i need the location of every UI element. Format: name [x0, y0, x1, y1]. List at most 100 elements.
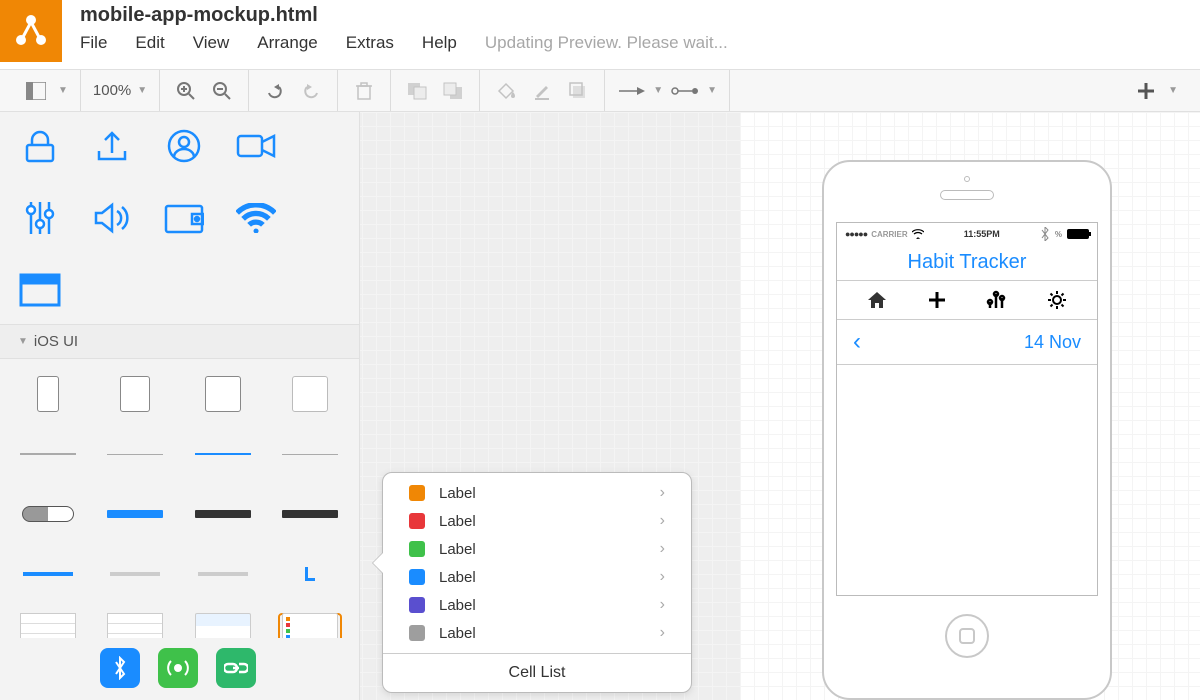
app-logo[interactable] — [0, 0, 62, 62]
shape-bar2[interactable] — [103, 553, 167, 595]
chevron-right-icon: › — [660, 596, 665, 614]
line-color-icon[interactable] — [528, 77, 556, 105]
chevron-left-icon[interactable]: ‹ — [853, 328, 861, 356]
shape-table[interactable] — [16, 613, 80, 638]
bottom-icon-row — [0, 638, 359, 700]
video-icon[interactable] — [232, 122, 280, 170]
to-back-icon[interactable] — [439, 77, 467, 105]
bt-percent: % — [1055, 230, 1062, 239]
tab-bar — [837, 281, 1097, 320]
plus-icon[interactable] — [926, 289, 948, 311]
caret-icon[interactable]: ▼ — [58, 85, 68, 96]
preview-caption: Cell List — [383, 653, 691, 692]
shape-bar3[interactable] — [191, 553, 255, 595]
phone-screen: ●●●●● CARRIER 11:55PM % Habit Tracker — [836, 222, 1098, 596]
caret-icon[interactable]: ▼ — [1168, 85, 1178, 96]
redo-icon[interactable] — [297, 77, 325, 105]
insert-icon[interactable] — [1132, 77, 1160, 105]
document-title[interactable]: mobile-app-mockup.html — [80, 4, 1182, 27]
chevron-right-icon: › — [660, 512, 665, 530]
bluetooth-icon — [1040, 227, 1050, 241]
zoom-out-icon[interactable] — [208, 77, 236, 105]
preview-row: Label› — [383, 535, 691, 563]
shape-ipad-large[interactable] — [191, 373, 255, 415]
shadow-icon[interactable] — [564, 77, 592, 105]
shape-bar1[interactable] — [16, 553, 80, 595]
date-nav: ‹ 14 Nov — [837, 320, 1097, 365]
zoom-in-icon[interactable] — [172, 77, 200, 105]
window-icon[interactable] — [16, 266, 64, 314]
shape-table2[interactable] — [103, 613, 167, 638]
menu-extras[interactable]: Extras — [346, 33, 394, 53]
chevron-right-icon: › — [660, 540, 665, 558]
chevron-right-icon: › — [660, 484, 665, 502]
chevron-down-icon: ▼ — [18, 336, 28, 347]
home-button[interactable] — [945, 614, 989, 658]
fill-color-icon[interactable] — [492, 77, 520, 105]
shape-cell-list[interactable] — [278, 613, 342, 638]
bluetooth-icon[interactable] — [100, 648, 140, 688]
menu-help[interactable]: Help — [422, 33, 457, 53]
shape-preview-popup: Label› Label› Label› Label› Label› Label… — [382, 472, 692, 693]
signal-icon: ●●●●● — [845, 229, 867, 239]
wifi-icon[interactable] — [232, 194, 280, 242]
canvas[interactable]: Label› Label› Label› Label› Label› Label… — [360, 112, 1200, 700]
caret-icon[interactable]: ▼ — [707, 85, 717, 96]
carrier-label: CARRIER — [871, 230, 907, 239]
shape-form[interactable] — [191, 613, 255, 638]
preview-row: Label› — [383, 507, 691, 535]
preview-row: Label› — [383, 563, 691, 591]
menu-view[interactable]: View — [193, 33, 230, 53]
link-icon[interactable] — [216, 648, 256, 688]
preview-row: Label› — [383, 479, 691, 507]
broadcast-icon[interactable] — [158, 648, 198, 688]
shape-segmented-dark[interactable] — [191, 493, 255, 535]
shape-ipad-pro[interactable] — [278, 373, 342, 415]
app-title: Habit Tracker — [837, 245, 1097, 281]
status-message: Updating Preview. Please wait... — [485, 33, 728, 53]
home-icon[interactable] — [866, 289, 888, 311]
sliders-icon[interactable] — [16, 194, 64, 242]
wallet-icon[interactable] — [160, 194, 208, 242]
gear-icon[interactable] — [1046, 289, 1068, 311]
shape-ipad[interactable] — [103, 373, 167, 415]
phone-mockup[interactable]: ●●●●● CARRIER 11:55PM % Habit Tracker — [822, 160, 1112, 700]
lock-icon[interactable] — [16, 122, 64, 170]
shape-divider-right[interactable] — [278, 433, 342, 475]
menu-edit[interactable]: Edit — [135, 33, 164, 53]
preview-row: Label› — [383, 591, 691, 619]
section-label: iOS UI — [34, 333, 78, 350]
zoom-level[interactable]: 100%▼ — [93, 82, 147, 99]
delete-icon[interactable] — [350, 77, 378, 105]
shape-divider-thin[interactable] — [103, 433, 167, 475]
shape-iphone[interactable] — [16, 373, 80, 415]
preview-row: Label› — [383, 619, 691, 647]
caret-icon[interactable]: ▼ — [653, 85, 663, 96]
shape-divider-blue[interactable] — [191, 433, 255, 475]
upload-icon[interactable] — [88, 122, 136, 170]
speaker-icon[interactable] — [88, 194, 136, 242]
toolbar: ▼ 100%▼ ▼ ▼ ▼ — [0, 70, 1200, 112]
menu-arrange[interactable]: Arrange — [257, 33, 317, 53]
shape-segmented-dark2[interactable] — [278, 493, 342, 535]
view-mode-icon[interactable] — [22, 77, 50, 105]
battery-icon — [1067, 229, 1089, 239]
status-bar: ●●●●● CARRIER 11:55PM % — [837, 223, 1097, 245]
user-icon[interactable] — [160, 122, 208, 170]
shape-toggle[interactable] — [16, 493, 80, 535]
shape-divider[interactable] — [16, 433, 80, 475]
waypoint-icon[interactable] — [671, 77, 699, 105]
menu-file[interactable]: File — [80, 33, 107, 53]
connection-icon[interactable] — [617, 77, 645, 105]
shape-segmented-blue[interactable] — [103, 493, 167, 535]
status-time: 11:55PM — [964, 229, 1000, 239]
section-header-ios[interactable]: ▼ iOS UI — [0, 324, 359, 359]
shape-small[interactable] — [18, 648, 82, 690]
wifi-icon — [912, 229, 924, 239]
shape-corner[interactable] — [278, 553, 342, 595]
date-label: 14 Nov — [1024, 332, 1081, 353]
stats-icon[interactable] — [986, 289, 1008, 311]
to-front-icon[interactable] — [403, 77, 431, 105]
undo-icon[interactable] — [261, 77, 289, 105]
shape-sidebar: ▼ iOS UI — [0, 112, 360, 700]
